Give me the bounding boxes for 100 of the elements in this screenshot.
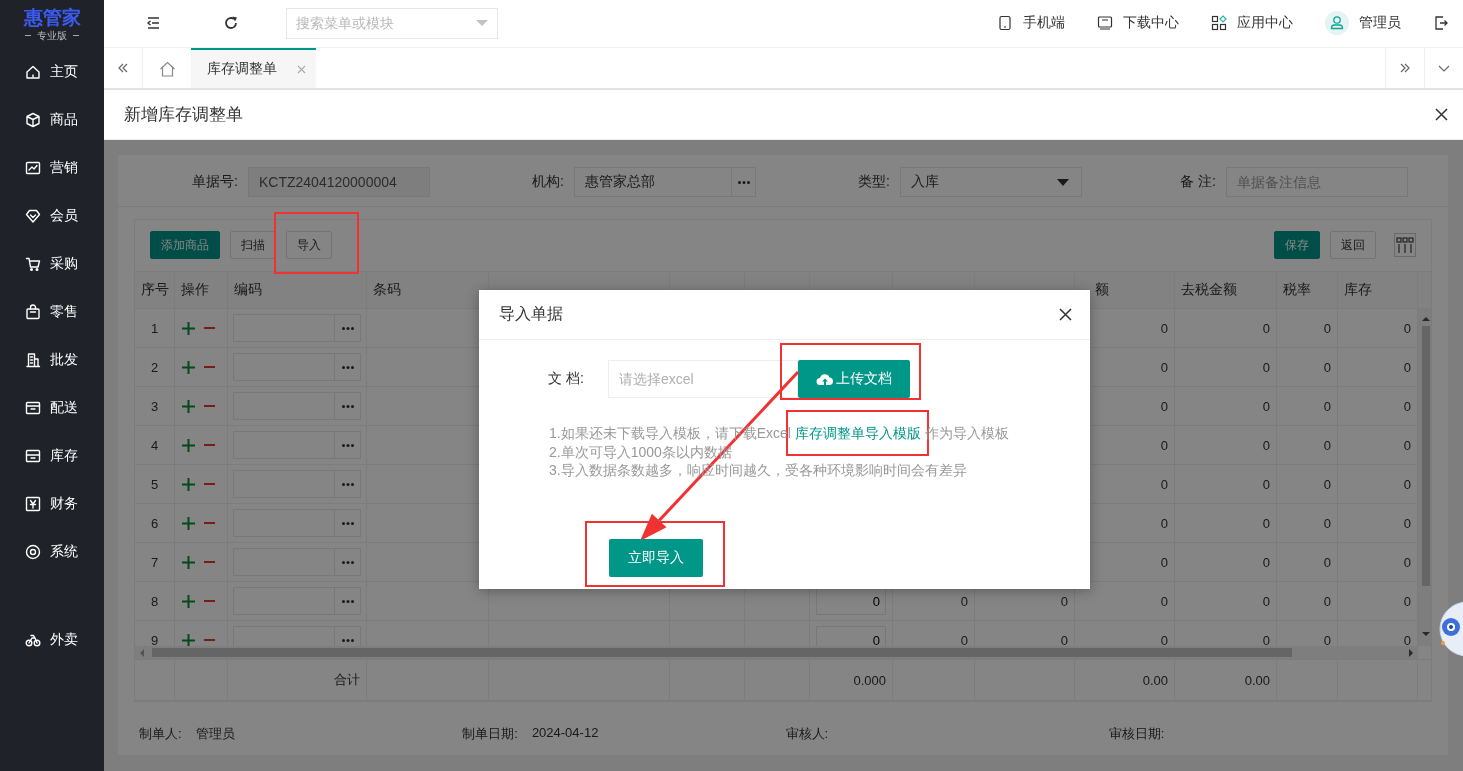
- sidebar-item[interactable]: 会员: [0, 192, 104, 240]
- add-icon[interactable]: [182, 360, 195, 374]
- table-cell: 0: [1277, 309, 1338, 347]
- table-cell: 0: [1175, 504, 1277, 542]
- ellipsis-icon: [341, 365, 354, 369]
- field-label: 机构:: [531, 173, 564, 191]
- caret-icon: [1057, 178, 1069, 186]
- upload-button[interactable]: 上传文档: [798, 360, 910, 398]
- table-cell: 0: [1277, 543, 1338, 581]
- column-header: 税率: [1283, 281, 1311, 299]
- table-cell: 0: [1277, 348, 1338, 386]
- footer-label: 制单日期:: [462, 725, 518, 743]
- column-header: 条码: [373, 281, 401, 299]
- chevrons-right-icon: [1399, 62, 1411, 74]
- table-cell: 0.00: [1075, 660, 1175, 700]
- table-cell: 0: [1175, 543, 1277, 581]
- field-label: 单据号:: [191, 173, 238, 191]
- field-label: 备 注:: [1179, 173, 1216, 191]
- table-cell: 0: [1277, 504, 1338, 542]
- phone-icon: [997, 15, 1013, 32]
- action-button[interactable]: 导入: [286, 231, 332, 259]
- add-icon[interactable]: [182, 477, 195, 491]
- sidebar-item[interactable]: 批发: [0, 336, 104, 384]
- sidebar-item[interactable]: 配送: [0, 384, 104, 432]
- table-cell: 0: [1175, 582, 1277, 620]
- refresh-icon[interactable]: [223, 15, 239, 32]
- ellipsis-icon: [341, 599, 354, 603]
- quantity-field[interactable]: 0: [816, 626, 886, 646]
- action-button[interactable]: 返回: [1330, 231, 1376, 259]
- search-dropdown[interactable]: 搜索菜单或模块: [286, 7, 498, 39]
- user-menu[interactable]: 管理员: [1325, 11, 1401, 36]
- table-cell: 0: [1175, 426, 1277, 464]
- sidebar-item[interactable]: 采购: [0, 240, 104, 288]
- import-button[interactable]: 立即导入: [609, 538, 703, 577]
- columns-button[interactable]: [1394, 233, 1416, 257]
- add-icon[interactable]: [182, 321, 195, 335]
- bag-icon: [25, 304, 41, 320]
- more-button[interactable]: [335, 431, 361, 459]
- avatar-icon: [1325, 11, 1349, 36]
- row-number: 8: [135, 582, 175, 620]
- archive-icon: [25, 448, 41, 464]
- action-button[interactable]: 扫描: [230, 231, 276, 259]
- table-cell: 0: [1175, 309, 1277, 347]
- add-icon[interactable]: [182, 633, 195, 646]
- template-link[interactable]: 库存调整单导入模版: [794, 425, 921, 441]
- add-icon[interactable]: [182, 438, 195, 452]
- file-field[interactable]: 请选择excel: [608, 360, 798, 398]
- close-icon[interactable]: [1059, 308, 1072, 321]
- add-icon[interactable]: [182, 399, 195, 413]
- more-button[interactable]: [335, 314, 361, 342]
- ellipsis-icon: [737, 180, 750, 184]
- vertical-scrollbar[interactable]: [1418, 309, 1431, 646]
- target-icon: [25, 544, 41, 560]
- top-link[interactable]: 手机端: [997, 14, 1065, 33]
- add-icon[interactable]: [182, 516, 195, 530]
- logo: 惠管家: [23, 6, 81, 29]
- top-link[interactable]: 下载中心: [1097, 14, 1179, 33]
- text-field[interactable]: KCTZ2404120000004: [248, 167, 430, 197]
- chevron-down-icon: [1438, 64, 1450, 72]
- ellipsis-icon: [341, 638, 354, 642]
- page-tab[interactable]: 库存调整单: [191, 47, 316, 89]
- more-button[interactable]: [335, 353, 361, 381]
- more-button[interactable]: [335, 548, 361, 576]
- building-icon: [25, 352, 41, 368]
- menu-icon[interactable]: [145, 15, 161, 32]
- cube-icon: [25, 112, 41, 128]
- footer-value: 管理员: [195, 725, 235, 743]
- sidebar-item[interactable]: 外卖: [0, 616, 104, 664]
- more-button[interactable]: [335, 470, 361, 498]
- add-icon[interactable]: [182, 555, 195, 569]
- top-link[interactable]: 应用中心: [1211, 14, 1293, 33]
- logout-icon[interactable]: [1433, 15, 1449, 32]
- type-dropdown[interactable]: 入库: [900, 167, 1082, 197]
- more-button[interactable]: [335, 509, 361, 537]
- yen-icon: [25, 496, 41, 512]
- sidebar-item[interactable]: 库存: [0, 432, 104, 480]
- caret-icon: [476, 19, 488, 26]
- table-cell: 0.00: [1175, 660, 1277, 700]
- sidebar-item[interactable]: 商品: [0, 96, 104, 144]
- sidebar-item[interactable]: 营销: [0, 144, 104, 192]
- total-label: 合计: [228, 660, 367, 700]
- table-cell: 0.000: [810, 660, 893, 700]
- column-header: 操作: [181, 281, 209, 299]
- input-field[interactable]: 惠管家总部: [574, 167, 732, 197]
- edition-label: 专业版: [37, 28, 67, 42]
- field-label: 文 档:: [548, 370, 585, 388]
- sidebar-item[interactable]: 财务: [0, 480, 104, 528]
- columns-icon: [1396, 237, 1414, 253]
- more-button[interactable]: [335, 587, 361, 615]
- sidebar-item[interactable]: 系统: [0, 528, 104, 576]
- more-button[interactable]: [732, 167, 756, 197]
- more-button[interactable]: [335, 392, 361, 420]
- sidebar-item[interactable]: 零售: [0, 288, 104, 336]
- add-icon[interactable]: [182, 594, 195, 608]
- close-icon[interactable]: [1435, 108, 1448, 122]
- quantity-field[interactable]: 0: [816, 587, 886, 615]
- sidebar-item[interactable]: 主页: [0, 48, 104, 96]
- horizontal-scrollbar[interactable]: [135, 646, 1418, 659]
- row-number: 5: [135, 465, 175, 503]
- home-icon: [158, 61, 176, 77]
